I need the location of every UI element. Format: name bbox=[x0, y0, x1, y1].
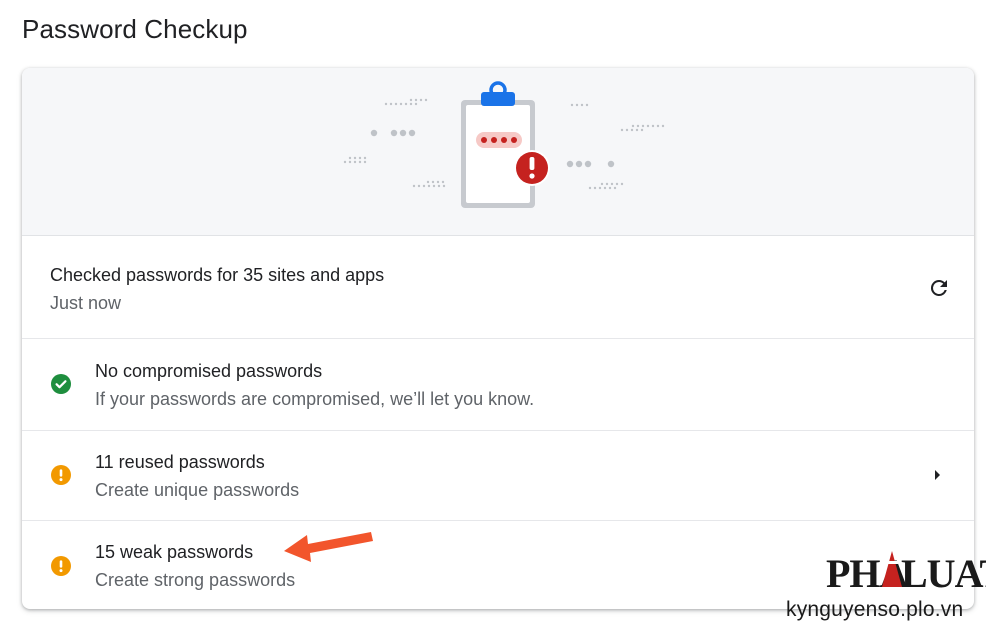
svg-text:LUAT: LUAT bbox=[901, 551, 986, 595]
decorative-dots-right bbox=[566, 103, 665, 190]
compromised-subtitle: If your passwords are compromised, we’ll… bbox=[95, 389, 535, 409]
annotation-arrow bbox=[284, 532, 373, 562]
password-checkup-card: Checked passwords for 35 sites and apps … bbox=[22, 68, 974, 609]
check-circle-icon bbox=[51, 374, 71, 394]
weak-subtitle: Create strong passwords bbox=[95, 570, 296, 590]
alert-icon bbox=[514, 150, 550, 186]
warning-circle-icon bbox=[51, 556, 71, 576]
weak-title: 15 weak passwords bbox=[95, 542, 254, 562]
refresh-icon[interactable] bbox=[927, 276, 951, 300]
summary-timestamp: Just now bbox=[50, 293, 122, 313]
hero-illustration bbox=[22, 68, 974, 236]
compromised-passwords-row: No compromised passwords If your passwor… bbox=[22, 338, 974, 430]
reused-subtitle: Create unique passwords bbox=[95, 480, 300, 500]
watermark-url: kynguyenso.plo.vn bbox=[786, 598, 964, 621]
watermark-logo: PHA LUAT bbox=[826, 551, 986, 595]
clipboard-icon bbox=[461, 81, 535, 208]
decorative-dots-left bbox=[343, 98, 446, 188]
chevron-right-icon[interactable] bbox=[925, 463, 949, 487]
reused-title: 11 reused passwords bbox=[95, 452, 265, 472]
compromised-title: No compromised passwords bbox=[95, 361, 323, 381]
summary-row: Checked passwords for 35 sites and apps … bbox=[22, 235, 974, 338]
warning-circle-icon bbox=[51, 465, 71, 485]
reused-passwords-row[interactable]: 11 reused passwords Create unique passwo… bbox=[22, 430, 974, 520]
summary-title: Checked passwords for 35 sites and apps bbox=[50, 265, 385, 285]
page-title: Password Checkup bbox=[22, 14, 248, 44]
